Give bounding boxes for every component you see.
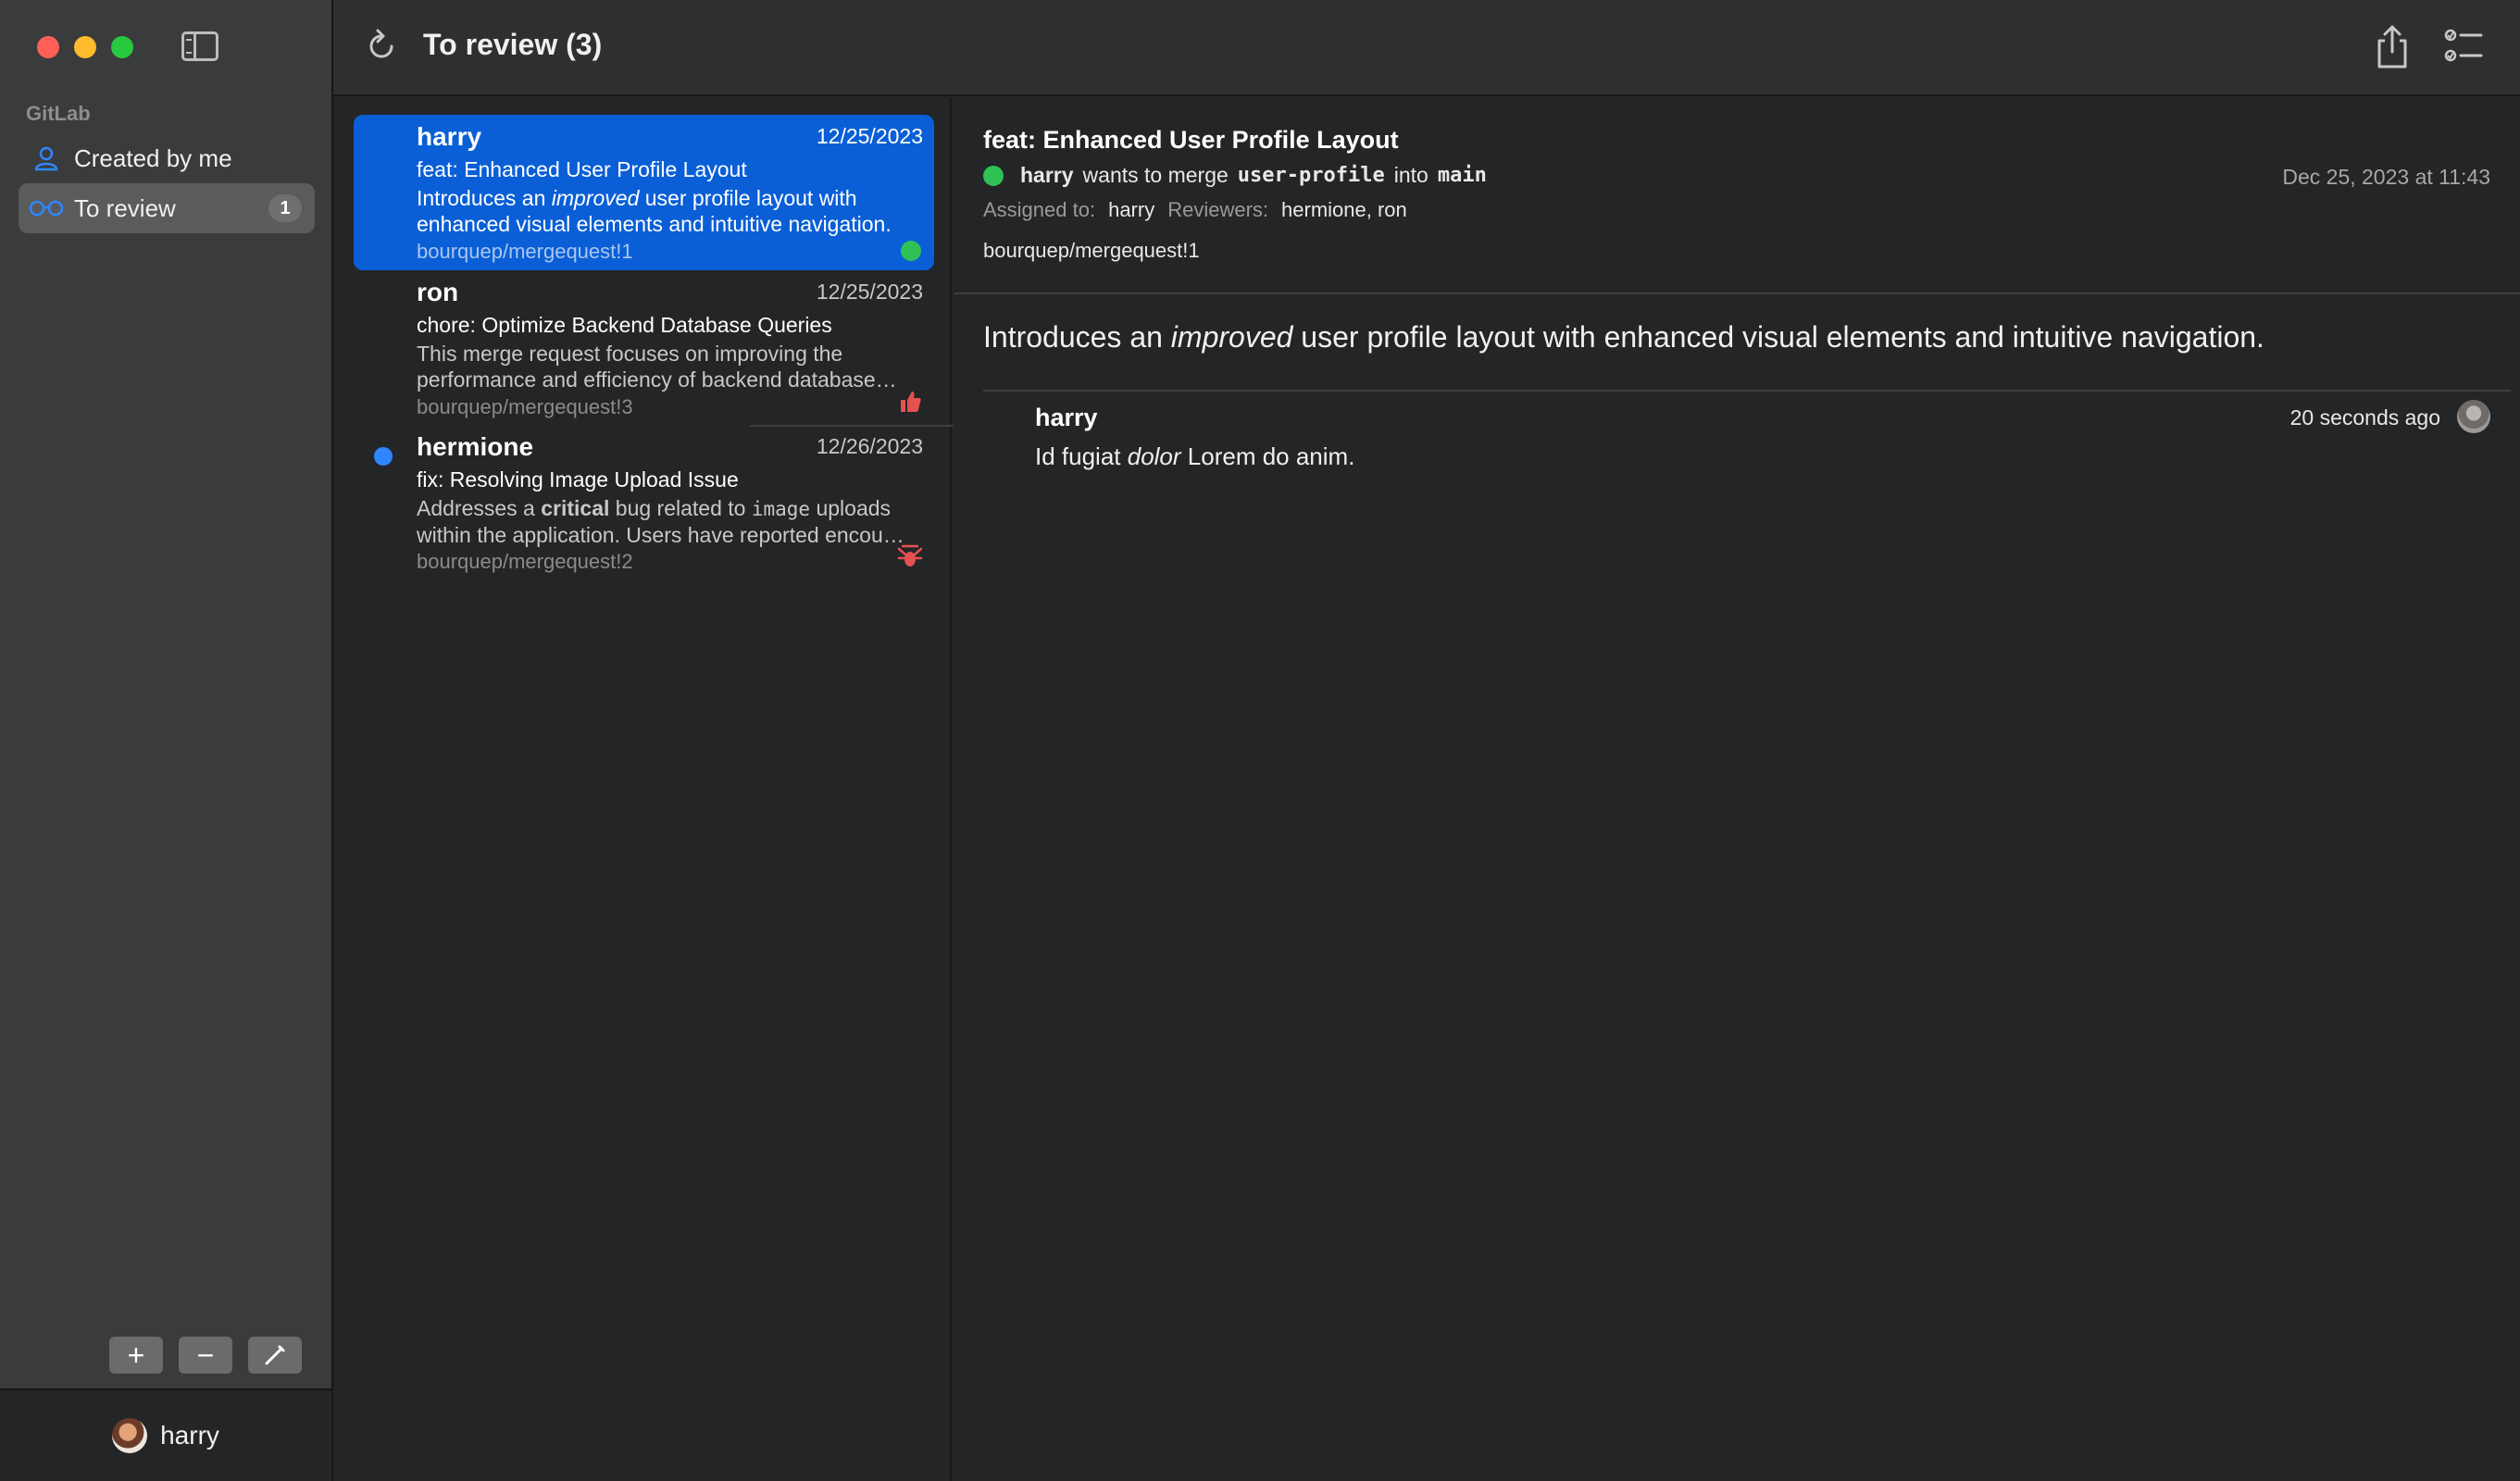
- pencil-icon: [265, 1345, 285, 1365]
- detail-timestamp: Dec 25, 2023 at 11:43: [2282, 165, 2490, 189]
- comment-timestamp: 20 seconds ago: [2289, 405, 2440, 429]
- avatar: [2457, 400, 2490, 433]
- sidebar-section-label: GitLab: [26, 102, 91, 125]
- detail-author[interactable]: harry: [1020, 163, 1074, 188]
- window-maximize-button[interactable]: [111, 36, 133, 58]
- checklist-icon[interactable]: [2444, 28, 2485, 65]
- detail-reference[interactable]: bourquep/mergequest!1: [983, 239, 1200, 263]
- avatar: [112, 1418, 148, 1453]
- mr-description: Addresses a critical bug related to imag…: [417, 496, 904, 547]
- window-minimize-button[interactable]: [74, 36, 96, 58]
- mr-date: 12/26/2023: [816, 434, 923, 458]
- sidebar-item-to-review[interactable]: To review 1: [19, 183, 315, 233]
- edit-button[interactable]: [248, 1337, 302, 1374]
- sidebar-item-created-by-me[interactable]: Created by me: [19, 133, 315, 183]
- bug-icon: [897, 544, 923, 566]
- mr-reference: bourquep/mergequest!1: [417, 240, 633, 263]
- page-title: To review (3): [423, 28, 603, 61]
- mr-author: harry: [417, 122, 482, 151]
- merge-request-list: harry 12/25/2023 feat: Enhanced User Pro…: [335, 98, 1257, 1481]
- share-icon[interactable]: [2372, 24, 2413, 70]
- mr-description: This merge request focuses on improving …: [417, 342, 897, 392]
- sidebar: GitLab Created by me To review 1 + − har…: [0, 0, 333, 1481]
- mr-title: chore: Optimize Backend Database Queries: [417, 313, 832, 337]
- comment-author: harry: [1035, 404, 1098, 431]
- mr-reference: bourquep/mergequest!2: [417, 550, 633, 573]
- remove-button[interactable]: −: [179, 1337, 232, 1374]
- comment-body: Id fugiat dolor Lorem do anim.: [1035, 442, 1355, 470]
- merge-request-detail: feat: Enhanced User Profile Layout harry…: [954, 98, 2520, 1481]
- account-footer[interactable]: harry: [0, 1388, 331, 1481]
- list-item[interactable]: hermione 12/26/2023 fix: Resolving Image…: [354, 425, 934, 580]
- eyeglasses-icon: [19, 199, 74, 218]
- merge-summary: harry wants to merge user-profile into m…: [983, 163, 1487, 188]
- mr-title: fix: Resolving Image Upload Issue: [417, 467, 739, 492]
- assignment-row: Assigned to: harry Reviewers: hermione, …: [983, 198, 1407, 221]
- assignee: harry: [1108, 198, 1155, 221]
- mr-reference: bourquep/mergequest!3: [417, 395, 633, 418]
- status-success-icon: [983, 165, 1004, 186]
- thumbs-up-icon: [901, 392, 921, 412]
- list-item[interactable]: ron 12/25/2023 chore: Optimize Backend D…: [354, 270, 934, 426]
- source-branch: user-profile: [1237, 164, 1385, 187]
- window-close-button[interactable]: [37, 36, 59, 58]
- mr-author: ron: [417, 278, 459, 306]
- refresh-icon[interactable]: [361, 26, 402, 67]
- mr-date: 12/25/2023: [816, 124, 923, 148]
- sidebar-toggle-icon[interactable]: [181, 31, 218, 61]
- mr-date: 12/25/2023: [816, 280, 923, 304]
- reviewers: hermione, ron: [1281, 198, 1407, 221]
- add-button[interactable]: +: [109, 1337, 163, 1374]
- toolbar: To review (3): [333, 0, 2520, 96]
- target-branch: main: [1437, 164, 1487, 187]
- list-item[interactable]: harry 12/25/2023 feat: Enhanced User Pro…: [354, 115, 934, 270]
- divider: [954, 292, 2520, 294]
- mr-author: hermione: [417, 432, 534, 461]
- sidebar-item-label: Created by me: [74, 143, 232, 172]
- count-badge: 1: [268, 194, 302, 222]
- detail-description: Introduces an improved user profile layo…: [983, 320, 2264, 354]
- person-icon: [19, 145, 74, 171]
- footer-username: harry: [160, 1421, 219, 1450]
- app-window: GitLab Created by me To review 1 + − har…: [0, 0, 2520, 1481]
- detail-title: feat: Enhanced User Profile Layout: [983, 126, 1399, 154]
- unread-indicator-icon: [374, 447, 393, 466]
- sidebar-item-label: To review: [74, 193, 176, 222]
- mr-title: feat: Enhanced User Profile Layout: [417, 157, 747, 181]
- status-success-icon: [901, 241, 921, 261]
- mr-description: Introduces an improved user profile layo…: [417, 186, 892, 236]
- divider: [983, 390, 2511, 392]
